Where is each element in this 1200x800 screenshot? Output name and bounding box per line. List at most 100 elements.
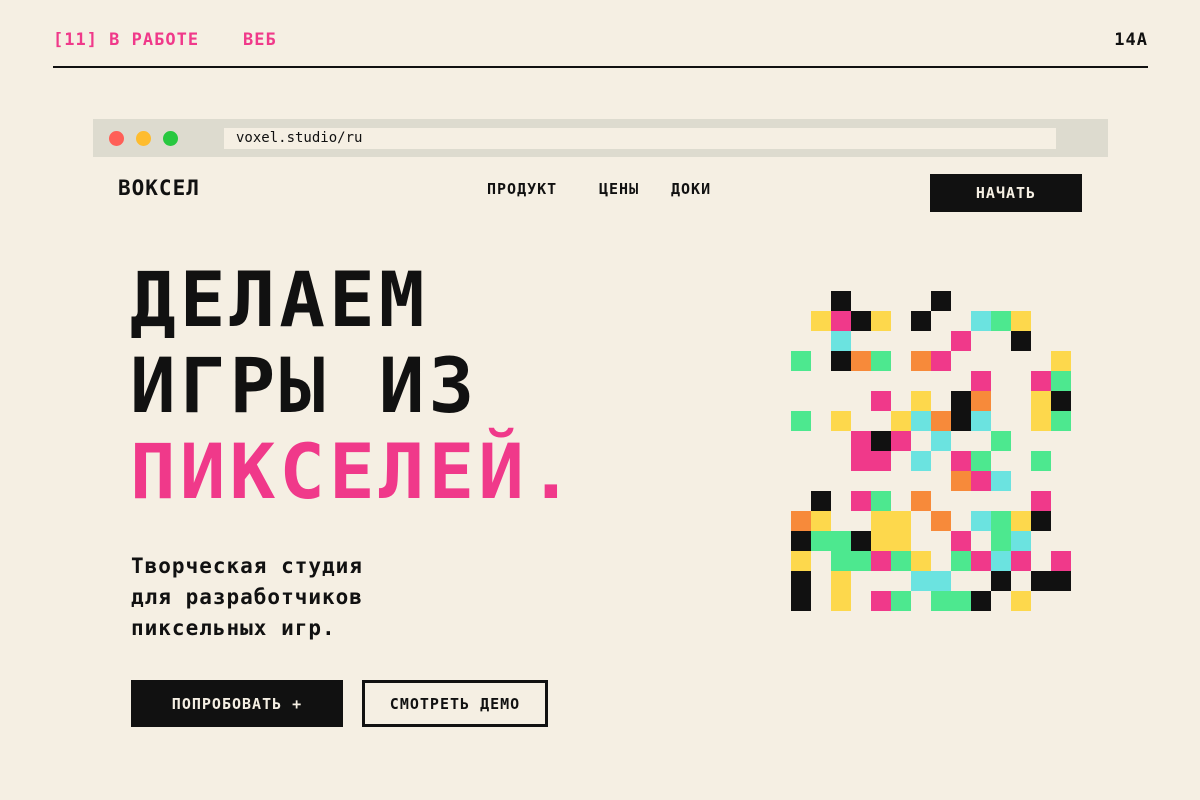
pixel-block: [831, 551, 851, 571]
watch-demo-button[interactable]: СМОТРЕТЬ ДЕМО: [362, 680, 548, 727]
pixel-block: [1031, 491, 1051, 511]
pixel-block: [871, 591, 891, 611]
pixel-block: [791, 591, 811, 611]
hero-line-1: ДЕЛАЕМ: [130, 255, 429, 344]
pixel-block: [931, 591, 951, 611]
maximize-window-icon[interactable]: [163, 131, 178, 146]
pixel-block: [911, 571, 931, 591]
pixel-block: [971, 551, 991, 571]
pixel-art-illustration: [791, 291, 1071, 611]
pixel-block: [851, 531, 871, 551]
pixel-block: [911, 491, 931, 511]
pixel-block: [891, 551, 911, 571]
pixel-block: [1031, 571, 1051, 591]
pixel-block: [951, 531, 971, 551]
hero-headline: ДЕЛАЕМ ИГРЫ ИЗ ПИКСЕЛЕЙ.: [130, 257, 578, 515]
pixel-block: [871, 391, 891, 411]
pixel-block: [831, 351, 851, 371]
pixel-block: [1051, 551, 1071, 571]
pixel-block: [951, 471, 971, 491]
pixel-block: [951, 331, 971, 351]
try-button[interactable]: ПОПРОБОВАТЬ +: [131, 680, 343, 727]
pixel-block: [1011, 331, 1031, 351]
pixel-block: [991, 511, 1011, 531]
pixel-block: [871, 311, 891, 331]
hero-subtitle: Творческая студия для разработчиков пикс…: [131, 551, 471, 644]
pixel-block: [791, 571, 811, 591]
pixel-block: [831, 591, 851, 611]
pixel-block: [971, 391, 991, 411]
nav-link-product[interactable]: ПРОДУКТ: [487, 180, 557, 198]
pixel-block: [991, 471, 1011, 491]
pixel-block: [1031, 371, 1051, 391]
pixel-block: [1051, 371, 1071, 391]
pixel-block: [891, 411, 911, 431]
top-header-bar: [11] В РАБОТЕ ВЕБ 14A: [53, 28, 1148, 68]
pixel-block: [851, 431, 871, 451]
pixel-block: [831, 331, 851, 351]
nav-link-pricing[interactable]: ЦЕНЫ: [599, 180, 639, 198]
pixel-block: [1051, 391, 1071, 411]
status-tag: [11] В РАБОТЕ: [53, 30, 200, 50]
site-logo[interactable]: ВОКСЕЛ: [118, 176, 200, 200]
hero-line-2: ИГРЫ ИЗ: [130, 341, 479, 430]
pixel-block: [971, 511, 991, 531]
pixel-block: [791, 531, 811, 551]
pixel-block: [911, 311, 931, 331]
pixel-block: [971, 311, 991, 331]
close-window-icon[interactable]: [109, 131, 124, 146]
pixel-block: [791, 551, 811, 571]
pixel-block: [791, 511, 811, 531]
pixel-block: [871, 511, 891, 531]
start-button[interactable]: НАЧАТЬ: [930, 174, 1082, 212]
pixel-block: [931, 431, 951, 451]
pixel-block: [1011, 531, 1031, 551]
pixel-block: [811, 511, 831, 531]
minimize-window-icon[interactable]: [136, 131, 151, 146]
subtitle-line: для разработчиков: [131, 585, 363, 609]
pixel-block: [911, 551, 931, 571]
pixel-block: [831, 311, 851, 331]
pixel-block: [911, 451, 931, 471]
pixel-block: [831, 531, 851, 551]
pixel-block: [891, 591, 911, 611]
pixel-block: [871, 451, 891, 471]
pixel-block: [1011, 311, 1031, 331]
pixel-block: [1011, 551, 1031, 571]
pixel-block: [871, 431, 891, 451]
pixel-block: [871, 351, 891, 371]
pixel-block: [811, 491, 831, 511]
slide-code: 14A: [1114, 30, 1148, 50]
pixel-block: [971, 591, 991, 611]
pixel-block: [951, 411, 971, 431]
pixel-block: [851, 451, 871, 471]
pixel-block: [951, 451, 971, 471]
pixel-block: [951, 591, 971, 611]
pixel-block: [1051, 411, 1071, 431]
pixel-block: [1051, 571, 1071, 591]
pixel-block: [1011, 511, 1031, 531]
section-tag: ВЕБ: [243, 30, 277, 50]
pixel-block: [971, 371, 991, 391]
pixel-block: [891, 511, 911, 531]
website-page: ВОКСЕЛ ПРОДУКТ ЦЕНЫ ДОКИ НАЧАТЬ ДЕЛАЕМ И…: [93, 157, 1108, 800]
pixel-block: [891, 431, 911, 451]
pixel-block: [911, 351, 931, 371]
address-bar[interactable]: voxel.studio/ru: [224, 128, 1056, 149]
pixel-block: [831, 411, 851, 431]
pixel-block: [1031, 411, 1051, 431]
pixel-block: [871, 491, 891, 511]
pixel-block: [991, 311, 1011, 331]
pixel-block: [851, 351, 871, 371]
subtitle-line: Творческая студия: [131, 554, 363, 578]
pixel-block: [1051, 351, 1071, 371]
pixel-block: [1031, 391, 1051, 411]
pixel-block: [871, 551, 891, 571]
pixel-block: [931, 571, 951, 591]
pixel-block: [931, 351, 951, 371]
pixel-block: [991, 551, 1011, 571]
pixel-block: [851, 311, 871, 331]
pixel-block: [1031, 451, 1051, 471]
nav-link-docs[interactable]: ДОКИ: [671, 180, 711, 198]
pixel-block: [931, 511, 951, 531]
